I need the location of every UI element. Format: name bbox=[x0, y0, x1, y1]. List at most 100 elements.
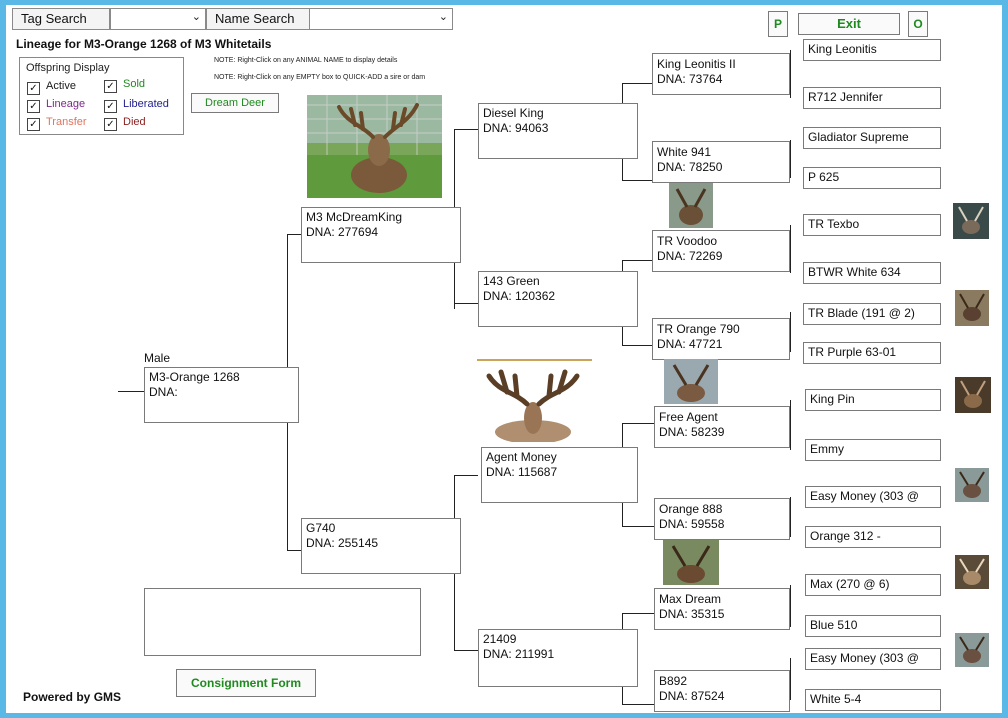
gen4-node-8[interactable]: TR Purple 63-01 bbox=[803, 342, 941, 364]
max-photo bbox=[955, 555, 989, 589]
ancestor-dna: DNA: 120362 bbox=[483, 289, 556, 303]
ancestor-dna: DNA: 58239 bbox=[659, 425, 725, 439]
ancestor-name: TR Voodoo bbox=[657, 234, 718, 248]
tag-search-dropdown[interactable]: ⌄ bbox=[110, 8, 206, 30]
ancestor-name: Max Dream bbox=[659, 592, 722, 606]
o-button[interactable]: O bbox=[908, 11, 928, 37]
ancestor-name: 143 Green bbox=[483, 274, 540, 288]
lineage-label: Lineage bbox=[46, 98, 86, 110]
grandsire-maternal-node[interactable]: Agent Money DNA: 115687 bbox=[481, 447, 638, 503]
ancestor-dna: DNA: 87524 bbox=[659, 689, 725, 703]
ancestor-dna: DNA: 94063 bbox=[483, 121, 549, 135]
offspring-display-title: Offspring Display bbox=[26, 62, 110, 74]
subject-node[interactable]: M3-Orange 1268 DNA: bbox=[144, 367, 299, 423]
free-agent-photo bbox=[664, 359, 718, 404]
gen4-node-5[interactable]: TR Texbo bbox=[803, 214, 941, 236]
gen4-node-3[interactable]: Gladiator Supreme bbox=[803, 127, 941, 149]
lineage-window: Tag Search ⌄ Name Search ⌄ P Exit O Line… bbox=[6, 5, 1002, 713]
sold-label: Sold bbox=[123, 78, 146, 90]
subject-sex: Male bbox=[144, 351, 171, 365]
note-display-details: NOTE: Right-Click on any ANIMAL NAME to … bbox=[214, 57, 398, 64]
ancestor-name: White 941 bbox=[657, 145, 712, 159]
gen3-node-1[interactable]: King Leonitis II DNA: 73764 bbox=[652, 53, 790, 95]
offspring-display-panel: Offspring Display ✓ Active ✓ Sold ✓ Lineage… bbox=[19, 57, 184, 135]
gen3-node-7[interactable]: Max Dream DNA: 35315 bbox=[654, 588, 790, 630]
name-search-dropdown[interactable]: ⌄ bbox=[309, 8, 453, 30]
ancestor-name: King Leonitis II bbox=[657, 57, 736, 71]
chevron-down-icon: ⌄ bbox=[191, 11, 201, 23]
gen4-node-13[interactable]: Max (270 @ 6) bbox=[805, 574, 941, 596]
subject-dna: DNA: bbox=[149, 385, 178, 399]
sire-name: M3 McDreamKing bbox=[306, 210, 403, 224]
sire-dna: DNA: 277694 bbox=[306, 225, 379, 239]
ancestor-dna: DNA: 115687 bbox=[486, 465, 558, 479]
lineage-checkbox[interactable]: ✓ Lineage bbox=[27, 98, 85, 113]
tr-texbo-photo bbox=[953, 203, 989, 239]
dam-name: G740 bbox=[306, 521, 336, 535]
gen3-node-4[interactable]: TR Orange 790 DNA: 47721 bbox=[652, 318, 790, 360]
note-quick-add: NOTE: Right-Click on any EMPTY box to QU… bbox=[214, 74, 426, 81]
ancestor-dna: DNA: 72269 bbox=[657, 249, 723, 263]
subject-name: M3-Orange 1268 bbox=[149, 370, 240, 384]
exit-button[interactable]: Exit bbox=[798, 13, 900, 35]
dream-deer-button[interactable]: Dream Deer bbox=[191, 93, 279, 113]
liberated-checkbox[interactable]: ✓ Liberated bbox=[104, 98, 169, 113]
ancestor-name: Free Agent bbox=[659, 410, 718, 424]
king-pin-photo bbox=[955, 377, 991, 413]
gen4-node-9[interactable]: King Pin bbox=[805, 389, 941, 411]
agent-money-photo bbox=[477, 362, 589, 442]
gen4-node-4[interactable]: P 625 bbox=[803, 167, 941, 189]
ancestor-dna: DNA: 35315 bbox=[659, 607, 725, 621]
gen3-node-8[interactable]: B892 DNA: 87524 bbox=[654, 670, 790, 712]
chevron-down-icon: ⌄ bbox=[438, 11, 448, 23]
tag-search-label: Tag Search bbox=[12, 8, 110, 30]
gen4-node-14[interactable]: Blue 510 bbox=[805, 615, 941, 637]
died-checkbox[interactable]: ✓ Died bbox=[104, 116, 146, 131]
easy-money-photo-2 bbox=[955, 633, 989, 667]
transfer-label: Transfer bbox=[46, 116, 87, 128]
gen3-node-5[interactable]: Free Agent DNA: 58239 bbox=[654, 406, 790, 448]
sire-node[interactable]: M3 McDreamKing DNA: 277694 bbox=[301, 207, 461, 263]
photo-divider bbox=[477, 359, 592, 361]
died-label: Died bbox=[123, 116, 146, 128]
sire-deer-photo bbox=[307, 95, 442, 198]
gen4-node-11[interactable]: Easy Money (303 @ bbox=[805, 486, 941, 508]
ancestor-dna: DNA: 73764 bbox=[657, 72, 723, 86]
sold-checkbox[interactable]: ✓ Sold bbox=[104, 78, 145, 93]
dam-node[interactable]: G740 DNA: 255145 bbox=[301, 518, 461, 574]
granddam-maternal-node[interactable]: 21409 DNA: 211991 bbox=[478, 629, 638, 687]
active-checkbox[interactable]: ✓ Active bbox=[27, 80, 76, 95]
transfer-checkbox[interactable]: ✓ Transfer bbox=[27, 116, 87, 131]
ancestor-name: 21409 bbox=[483, 632, 517, 646]
page-title: Lineage for M3-Orange 1268 of M3 Whiteta… bbox=[16, 37, 272, 51]
p-button[interactable]: P bbox=[768, 11, 788, 37]
ancestor-name: Diesel King bbox=[483, 106, 544, 120]
gen4-node-2[interactable]: R712 Jennifer bbox=[803, 87, 941, 109]
ancestor-name: Orange 888 bbox=[659, 502, 723, 516]
max-dream-photo bbox=[663, 540, 719, 585]
ancestor-name: B892 bbox=[659, 674, 688, 688]
gen3-node-3[interactable]: TR Voodoo DNA: 72269 bbox=[652, 230, 790, 272]
gen4-node-15[interactable]: Easy Money (303 @ bbox=[805, 648, 941, 670]
dam-dna: DNA: 255145 bbox=[306, 536, 379, 550]
gen4-node-7[interactable]: TR Blade (191 @ 2) bbox=[803, 303, 941, 325]
gen3-node-6[interactable]: Orange 888 DNA: 59558 bbox=[654, 498, 790, 540]
ancestor-dna: DNA: 47721 bbox=[657, 337, 723, 351]
ancestor-name: Agent Money bbox=[486, 450, 557, 464]
gen4-node-6[interactable]: BTWR White 634 bbox=[803, 262, 941, 284]
ancestor-dna: DNA: 59558 bbox=[659, 517, 725, 531]
gen4-node-10[interactable]: Emmy bbox=[805, 439, 941, 461]
ancestor-dna: DNA: 78250 bbox=[657, 160, 723, 174]
easy-money-photo-1 bbox=[955, 468, 989, 502]
notes-box[interactable] bbox=[144, 588, 421, 656]
gen4-node-12[interactable]: Orange 312 - bbox=[805, 526, 941, 548]
granddam-paternal-node[interactable]: 143 Green DNA: 120362 bbox=[478, 271, 638, 327]
consignment-form-button[interactable]: Consignment Form bbox=[176, 669, 316, 697]
gen4-node-16[interactable]: White 5-4 bbox=[805, 689, 941, 711]
grandsire-paternal-node[interactable]: Diesel King DNA: 94063 bbox=[478, 103, 638, 159]
ancestor-dna: DNA: 211991 bbox=[483, 647, 555, 661]
gen3-node-2[interactable]: White 941 DNA: 78250 bbox=[652, 141, 790, 183]
gen4-node-1[interactable]: King Leonitis bbox=[803, 39, 941, 61]
active-label: Active bbox=[46, 80, 76, 92]
ancestor-name: TR Orange 790 bbox=[657, 322, 740, 336]
